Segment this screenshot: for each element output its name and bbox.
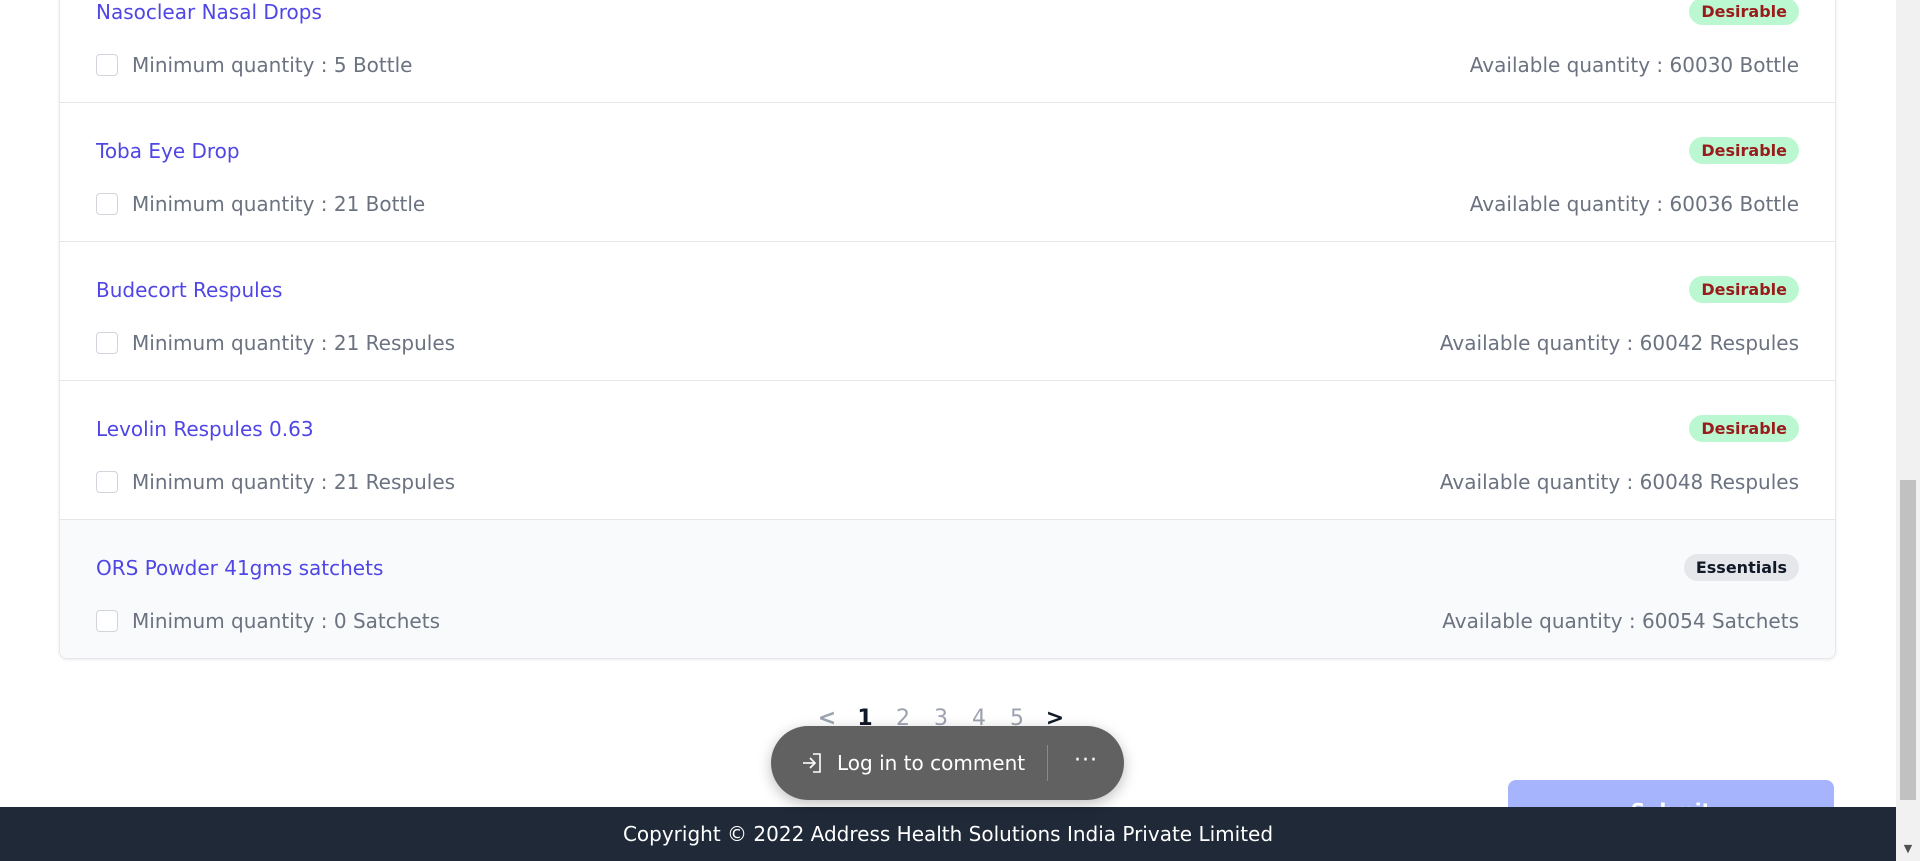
sign-in-icon xyxy=(803,753,821,773)
item-name-link[interactable]: Levolin Respules 0.63 xyxy=(96,417,314,441)
minimum-quantity: Minimum quantity : 5 Bottle xyxy=(132,53,413,77)
available-quantity: Available quantity : 60030 Bottle xyxy=(1469,53,1799,77)
scroll-down-icon[interactable]: ▼ xyxy=(1896,839,1920,859)
minimum-quantity: Minimum quantity : 21 Bottle xyxy=(132,192,426,216)
category-badge: Essentials xyxy=(1683,554,1799,581)
copyright-text: Copyright © 2022 Address Health Solution… xyxy=(622,822,1274,846)
more-options-icon[interactable]: ··· xyxy=(1048,748,1124,779)
list-item: ORS Powder 41gms satchets Essentials Min… xyxy=(60,520,1835,658)
list-item: Budecort Respules Desirable Minimum quan… xyxy=(60,242,1835,381)
minimum-quantity: Minimum quantity : 0 Satchets xyxy=(132,609,440,633)
item-checkbox[interactable] xyxy=(96,193,118,215)
item-name-link[interactable]: Toba Eye Drop xyxy=(96,139,240,163)
minimum-quantity: Minimum quantity : 21 Respules xyxy=(132,470,456,494)
list-item: Toba Eye Drop Desirable Minimum quantity… xyxy=(60,103,1835,242)
login-label: Log in to comment xyxy=(837,751,1026,775)
vertical-scrollbar[interactable]: ▼ xyxy=(1896,0,1920,861)
category-badge: Desirable xyxy=(1689,137,1799,164)
item-name-link[interactable]: ORS Powder 41gms satchets xyxy=(96,556,383,580)
medicine-list: Nasoclear Nasal Drops Desirable Minimum … xyxy=(59,0,1836,659)
category-badge: Desirable xyxy=(1689,0,1799,25)
item-name-link[interactable]: Nasoclear Nasal Drops xyxy=(96,0,322,24)
minimum-quantity: Minimum quantity : 21 Respules xyxy=(132,331,456,355)
list-item: Levolin Respules 0.63 Desirable Minimum … xyxy=(60,381,1835,520)
item-checkbox[interactable] xyxy=(96,610,118,632)
category-badge: Desirable xyxy=(1689,276,1799,303)
page: Nasoclear Nasal Drops Desirable Minimum … xyxy=(0,0,1896,861)
footer: Copyright © 2022 Address Health Solution… xyxy=(0,807,1896,861)
scrollbar-thumb[interactable] xyxy=(1900,480,1916,800)
comment-pill: Log in to comment ··· xyxy=(771,726,1124,800)
item-checkbox[interactable] xyxy=(96,471,118,493)
available-quantity: Available quantity : 60048 Respules xyxy=(1439,470,1799,494)
available-quantity: Available quantity : 60036 Bottle xyxy=(1469,192,1799,216)
category-badge: Desirable xyxy=(1689,415,1799,442)
item-checkbox[interactable] xyxy=(96,332,118,354)
item-name-link[interactable]: Budecort Respules xyxy=(96,278,282,302)
item-checkbox[interactable] xyxy=(96,54,118,76)
list-item: Nasoclear Nasal Drops Desirable Minimum … xyxy=(60,0,1835,103)
login-to-comment-button[interactable]: Log in to comment xyxy=(771,726,1047,800)
available-quantity: Available quantity : 60054 Satchets xyxy=(1442,609,1799,633)
available-quantity: Available quantity : 60042 Respules xyxy=(1439,331,1799,355)
